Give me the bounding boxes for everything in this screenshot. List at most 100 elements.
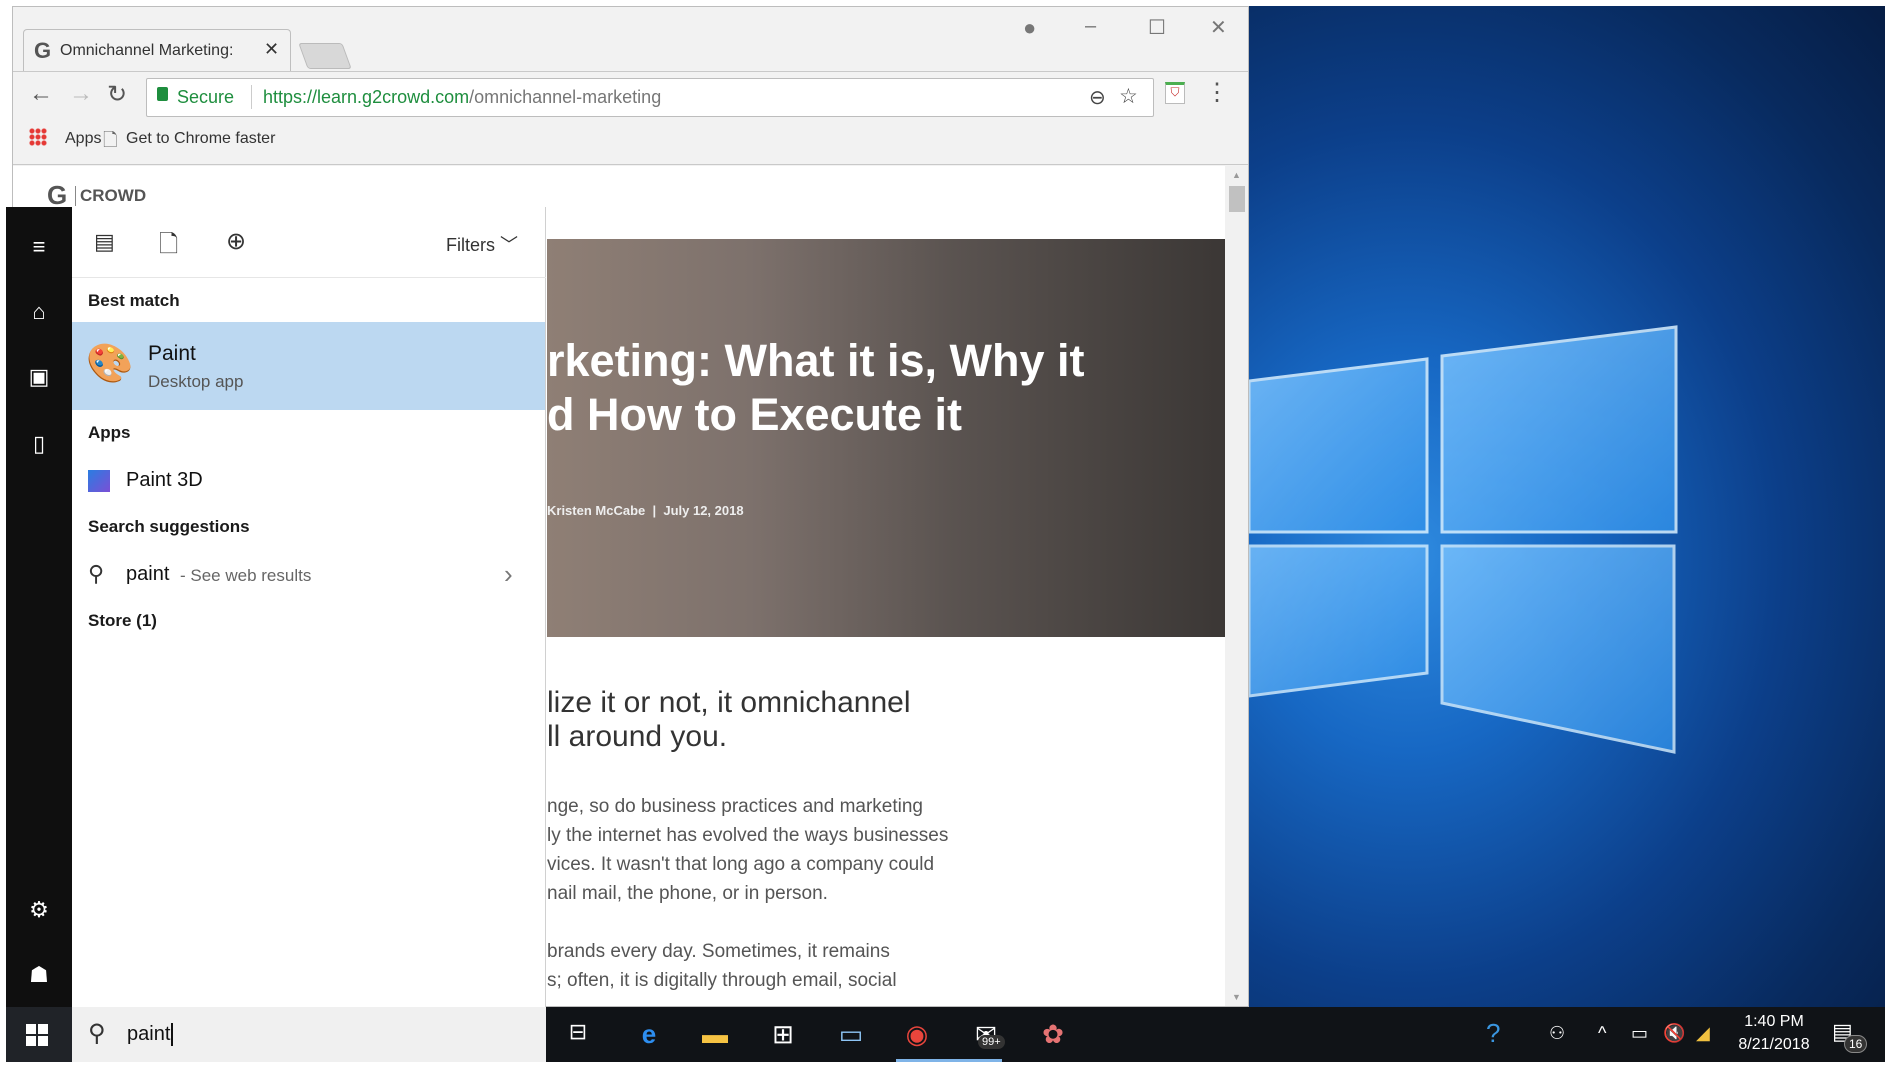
scrollbar[interactable]: ▲ ▼ (1225, 166, 1248, 1006)
divider (251, 85, 252, 109)
browser-tab[interactable]: G Omnichannel Marketing: ✕ (23, 29, 291, 71)
search-results-panel: ▤ 🗋 ⊕ Filters ﹀ Best match 🎨 Paint Deskt… (72, 207, 546, 1007)
paragraph-line: ly the internet has evolved the ways bus… (547, 825, 949, 846)
battery-icon[interactable]: ▭ (1631, 1023, 1648, 1044)
toolbar: ← → ↻ Secure https://learn.g2crowd.com/o… (13, 71, 1248, 118)
best-match-result[interactable]: 🎨 Paint Desktop app (72, 322, 545, 410)
apps-filter-icon[interactable]: ▤ (94, 229, 115, 255)
page-icon: 🗋 (103, 130, 118, 150)
file-explorer-icon[interactable]: ▬ (695, 1019, 735, 1050)
volume-muted-icon[interactable]: 🔇 (1663, 1023, 1685, 1044)
filters-label: Filters (446, 235, 495, 255)
search-box[interactable]: ⚲ paint (72, 1007, 546, 1062)
paragraph-line: nge, so do business practices and market… (547, 796, 923, 817)
forward-icon[interactable]: → (69, 80, 93, 108)
url-host: https://learn.g2crowd.com (263, 87, 470, 107)
url-path: /omnichannel-marketing (469, 87, 662, 107)
settings-icon[interactable]: ⚙ (6, 897, 72, 923)
paragraph-line: nail mail, the phone, or in person. (547, 883, 828, 904)
paragraph-line: brands every day. Sometimes, it remains (547, 941, 890, 962)
profile-icon[interactable]: ● (1023, 15, 1036, 41)
hero-title-line-1: rketing: What it is, Why it (547, 335, 1085, 386)
search-input[interactable]: paint (127, 1023, 174, 1046)
minimize-icon[interactable]: – (1085, 15, 1096, 38)
hero-image: rketing: What it is, Why it d How to Exe… (547, 239, 1226, 637)
clock-time[interactable]: 1:40 PM (1739, 1013, 1809, 1031)
search-icon: ⚲ (88, 1020, 106, 1047)
notifications-count: 16 (1844, 1035, 1868, 1053)
bookmark-apps[interactable]: Apps (65, 130, 101, 148)
mail-badge: 99+ (978, 1035, 1005, 1049)
store-icon[interactable]: ⊞ (763, 1019, 803, 1050)
apps-heading: Apps (88, 423, 131, 442)
task-view-icon[interactable]: ⊟ (558, 1019, 598, 1045)
search-icon: ⚲ (88, 561, 105, 586)
mcafee-extension-icon[interactable]: ⛉ (1165, 82, 1185, 104)
taskbar: ⊟ e ▬ ⊞ ▭ ◉ ✉ 99+ ✿ ? ⚇ ^ ▭ 🔇 ◢ 1:40 PM … (546, 1007, 1885, 1062)
menu-icon[interactable]: ⋮ (1205, 78, 1229, 107)
byline: Kristen McCabe | July 12, 2018 (547, 503, 744, 518)
subhead-line-2: ll around you. (547, 720, 728, 753)
scroll-thumb[interactable] (1229, 186, 1245, 212)
bookmarks-bar: Apps 🗋 Get to Chrome faster (13, 118, 1248, 165)
network-warning-icon[interactable]: ◢ (1696, 1023, 1710, 1044)
filters-button[interactable]: Filters ﹀ (446, 231, 518, 257)
subhead-line-1: lize it or not, it omnichannel (547, 686, 911, 719)
scroll-up-icon[interactable]: ▲ (1232, 170, 1241, 180)
documents-icon[interactable]: ▣ (6, 364, 72, 390)
close-icon[interactable]: ✕ (1210, 15, 1227, 40)
hamburger-icon[interactable]: ≡ (6, 234, 72, 260)
g2-favicon-icon: G (34, 38, 52, 63)
people-icon[interactable]: ⚇ (1549, 1023, 1565, 1044)
tab-close-icon[interactable]: ✕ (264, 39, 279, 60)
suggestion-query: paint (126, 563, 170, 585)
desktop-wallpaper (1249, 6, 1885, 1007)
maximize-icon[interactable]: ☐ (1148, 15, 1166, 40)
home-icon[interactable]: ⌂ (6, 299, 72, 325)
back-icon[interactable]: ← (29, 80, 53, 108)
crowd-logo-text: CROWD (75, 186, 146, 206)
paragraph-line: vices. It wasn't that long ago a company… (547, 854, 935, 875)
address-bar[interactable]: Secure https://learn.g2crowd.com/omnicha… (146, 78, 1154, 117)
best-match-name: Paint (148, 342, 196, 365)
tab-title: Omnichannel Marketing: (60, 42, 234, 59)
device-icon[interactable]: ▯ (6, 431, 72, 457)
paint-app-icon: 🎨 (86, 343, 134, 385)
app-result-paint-3d[interactable]: Paint 3D (72, 459, 545, 503)
windows-icon (26, 1024, 48, 1046)
scroll-down-icon[interactable]: ▼ (1232, 992, 1241, 1002)
app-name: Paint 3D (126, 469, 203, 491)
chrome-icon[interactable]: ◉ (897, 1019, 937, 1050)
zoom-icon[interactable]: ⊖ (1089, 85, 1106, 110)
bookmark-get-to-chrome-faster[interactable]: Get to Chrome faster (126, 130, 275, 148)
store-heading[interactable]: Store (1) (88, 611, 157, 631)
documents-filter-icon[interactable]: 🗋 (159, 227, 178, 268)
new-tab-button[interactable] (298, 43, 352, 69)
chevron-down-icon: ﹀ (500, 235, 519, 255)
paragraph-line: s; often, it is digitally through email,… (547, 970, 897, 991)
reload-icon[interactable]: ↻ (107, 80, 127, 109)
bookmark-star-icon[interactable]: ☆ (1119, 84, 1138, 109)
help-icon[interactable]: ? (1486, 1018, 1500, 1049)
secure-label: Secure (177, 87, 235, 107)
hero-title-line-2: d How to Execute it (547, 389, 963, 440)
clock-date[interactable]: 8/21/2018 (1732, 1036, 1816, 1054)
filter-row: ▤ 🗋 ⊕ Filters ﹀ (72, 207, 546, 278)
chevron-right-icon[interactable]: › (504, 559, 513, 590)
start-button[interactable] (6, 1007, 72, 1062)
edge-icon[interactable]: e (629, 1019, 669, 1050)
app-icon[interactable]: ✿ (1033, 1019, 1073, 1050)
running-indicator (946, 1059, 1002, 1062)
url-text[interactable]: https://learn.g2crowd.com/omnichannel-ma… (263, 87, 661, 108)
start-rail: ≡ ⌂ ▣ ▯ ⚙ ☗ (6, 207, 72, 1062)
best-match-heading: Best match (88, 291, 180, 310)
web-suggestion[interactable]: ⚲ paint - See web results › (72, 551, 545, 599)
running-indicator (896, 1059, 952, 1062)
user-icon[interactable]: ☗ (6, 962, 72, 988)
paint-3d-icon (88, 470, 110, 492)
best-match-type: Desktop app (148, 372, 244, 391)
web-filter-icon[interactable]: ⊕ (226, 227, 246, 256)
remote-desktop-icon[interactable]: ▭ (831, 1019, 871, 1050)
chevron-up-icon[interactable]: ^ (1598, 1023, 1606, 1044)
lock-icon (157, 87, 168, 101)
